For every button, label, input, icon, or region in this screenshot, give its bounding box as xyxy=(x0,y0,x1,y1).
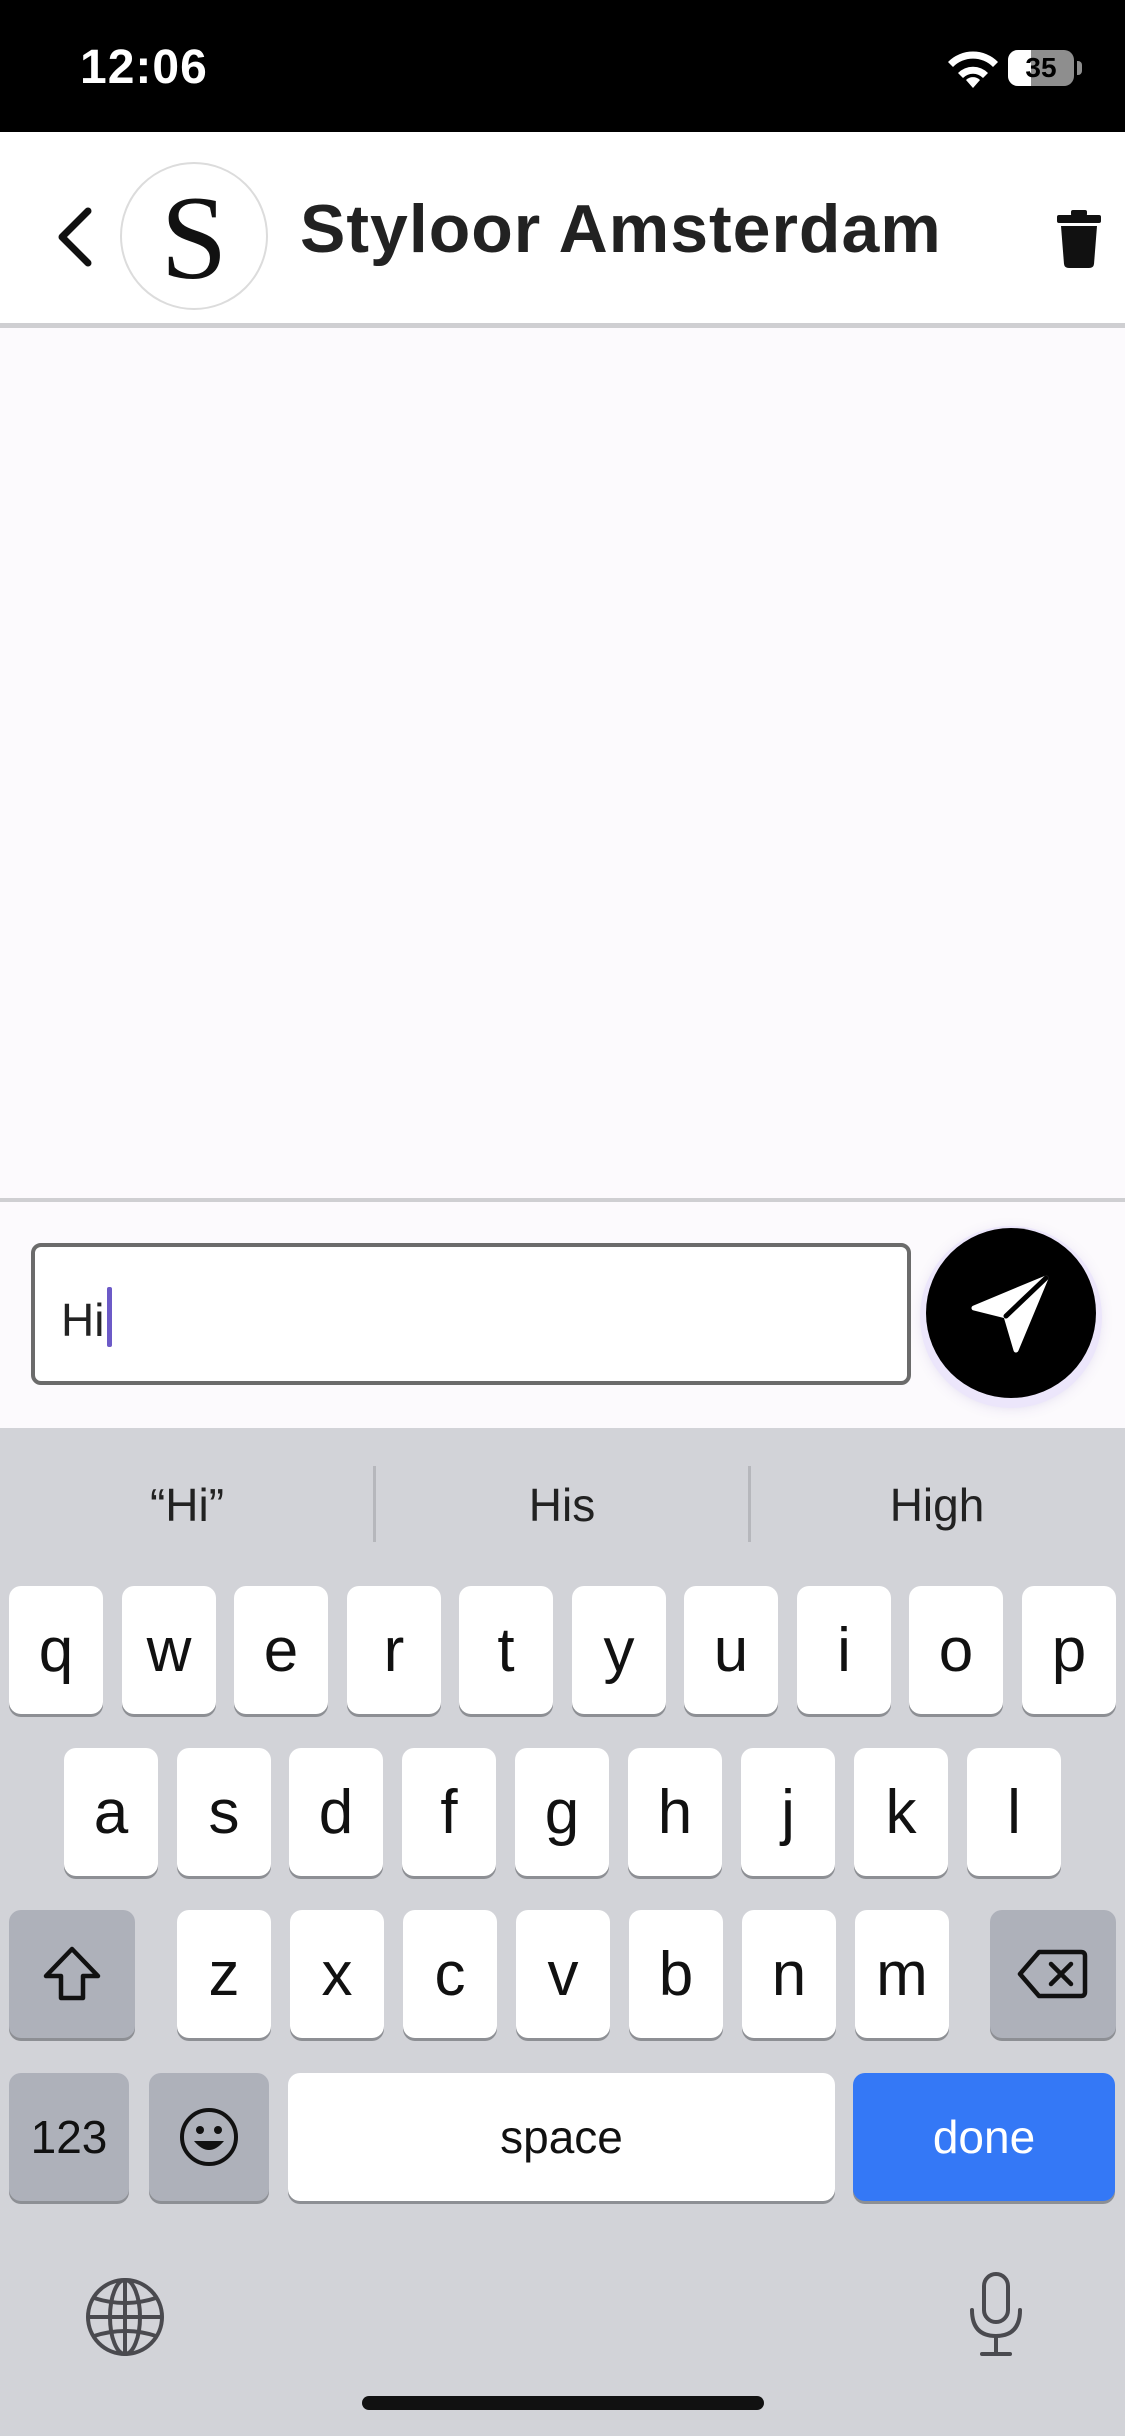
key-k[interactable]: k xyxy=(854,1748,948,1876)
shift-key[interactable] xyxy=(9,1910,135,2038)
backspace-key[interactable] xyxy=(990,1910,1116,2038)
key-x[interactable]: x xyxy=(290,1910,384,2038)
key-h[interactable]: h xyxy=(628,1748,722,1876)
key-w[interactable]: w xyxy=(122,1586,216,1714)
message-input[interactable]: Hi xyxy=(31,1243,911,1385)
key-j[interactable]: j xyxy=(741,1748,835,1876)
key-p[interactable]: p xyxy=(1022,1586,1116,1714)
text-caret xyxy=(107,1287,112,1347)
key-n[interactable]: n xyxy=(742,1910,836,2038)
send-button[interactable] xyxy=(926,1228,1096,1398)
key-z[interactable]: z xyxy=(177,1910,271,2038)
messages-area[interactable] xyxy=(0,328,1125,1198)
battery-icon: 35 xyxy=(1008,50,1074,86)
key-l[interactable]: l xyxy=(967,1748,1061,1876)
key-r[interactable]: r xyxy=(347,1586,441,1714)
key-f[interactable]: f xyxy=(402,1748,496,1876)
key-o[interactable]: o xyxy=(909,1586,1003,1714)
key-i[interactable]: i xyxy=(797,1586,891,1714)
trash-icon xyxy=(1057,210,1101,268)
avatar[interactable]: S xyxy=(120,162,268,310)
emoji-key[interactable] xyxy=(149,2073,269,2201)
delete-chat-button[interactable] xyxy=(1048,202,1110,276)
key-c[interactable]: c xyxy=(403,1910,497,2038)
wifi-icon xyxy=(948,51,998,88)
key-g[interactable]: g xyxy=(515,1748,609,1876)
key-a[interactable]: a xyxy=(64,1748,158,1876)
battery-cap xyxy=(1077,61,1082,75)
back-button[interactable] xyxy=(44,200,104,274)
key-q[interactable]: q xyxy=(9,1586,103,1714)
key-s[interactable]: s xyxy=(177,1748,271,1876)
key-u[interactable]: u xyxy=(684,1586,778,1714)
chevron-left-icon xyxy=(58,207,92,267)
suggestion-high[interactable]: High xyxy=(750,1470,1124,1540)
key-e[interactable]: e xyxy=(234,1586,328,1714)
status-time: 12:06 xyxy=(80,41,208,94)
battery-level: 35 xyxy=(1025,52,1057,83)
numbers-key[interactable]: 123 xyxy=(9,2073,129,2201)
key-t[interactable]: t xyxy=(459,1586,553,1714)
key-v[interactable]: v xyxy=(516,1910,610,2038)
done-key[interactable]: done xyxy=(853,2073,1115,2201)
message-input-value: Hi xyxy=(61,1294,105,1346)
key-d[interactable]: d xyxy=(289,1748,383,1876)
emoji-icon xyxy=(180,2108,238,2166)
backspace-icon xyxy=(1017,1949,1088,1999)
shift-icon xyxy=(43,1946,101,2001)
home-indicator[interactable] xyxy=(362,2396,764,2410)
key-m[interactable]: m xyxy=(855,1910,949,2038)
avatar-letter: S xyxy=(160,171,228,304)
suggestion-quoted[interactable]: “Hi” xyxy=(0,1470,374,1540)
key-b[interactable]: b xyxy=(629,1910,723,2038)
send-icon xyxy=(971,1275,1049,1353)
microphone-icon[interactable] xyxy=(966,2270,1026,2360)
globe-icon[interactable] xyxy=(84,2276,166,2358)
space-key[interactable]: space xyxy=(288,2073,835,2201)
chat-title: Styloor Amsterdam xyxy=(300,191,942,267)
suggestion-his[interactable]: His xyxy=(375,1470,749,1540)
key-y[interactable]: y xyxy=(572,1586,666,1714)
